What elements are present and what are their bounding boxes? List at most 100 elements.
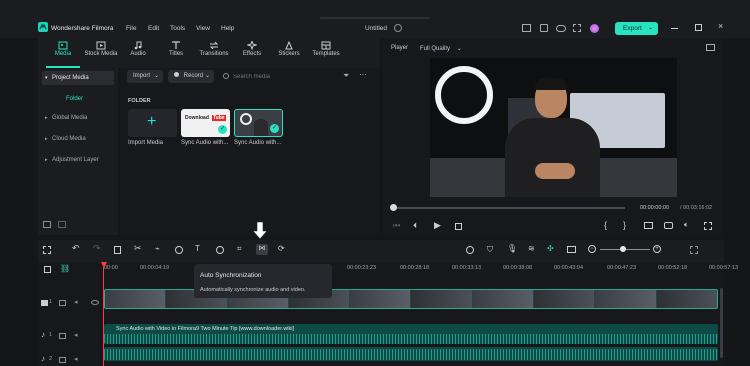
step-back-icon[interactable]: ⏴	[413, 221, 417, 231]
delete-icon[interactable]	[114, 246, 121, 254]
mark-in-icon[interactable]: {	[604, 220, 607, 230]
crop-icon[interactable]: ⌗	[237, 244, 242, 254]
text-icon[interactable]: T	[195, 244, 200, 253]
mark-out-icon[interactable]: }	[623, 220, 626, 230]
sidebar-item-cloud-media[interactable]: ▸ Cloud Media	[42, 132, 114, 146]
tab-templates[interactable]: Templates	[306, 41, 346, 57]
menu-edit[interactable]: Edit	[148, 25, 159, 32]
tooltip-title: Auto Synchronization	[200, 272, 262, 279]
time-total: / 00:03:16:02	[680, 205, 713, 211]
folder-icon[interactable]	[59, 333, 66, 339]
quality-select[interactable]: Full Quality ⌄	[420, 45, 462, 52]
playhead-line[interactable]	[103, 267, 104, 366]
media-item-label: Import Media	[128, 140, 164, 146]
record-button[interactable]: Record ⌄	[168, 70, 214, 83]
avatar[interactable]	[590, 24, 599, 33]
snap-icon[interactable]: ✣	[547, 244, 554, 253]
import-button[interactable]: Import ⌄	[127, 70, 163, 83]
tab-media[interactable]: Media	[43, 41, 83, 57]
sidebar-item-adjustment-layer[interactable]: ▸ Adjustment Layer	[42, 153, 114, 167]
speaker-icon[interactable]: ◂	[74, 355, 78, 363]
cut-icon[interactable]: ✂	[134, 243, 142, 254]
playback-progress-handle[interactable]	[390, 204, 397, 211]
display-icon[interactable]	[644, 222, 653, 229]
folder-icon[interactable]	[58, 221, 66, 228]
snapshot-icon[interactable]	[706, 44, 715, 51]
menu-help[interactable]: Help	[221, 25, 234, 32]
audio-clip[interactable]: Sync Audio with Video in Filmora9 Two Mi…	[104, 324, 718, 344]
timestamp: 00:00:47:23	[607, 265, 637, 271]
mic-icon[interactable]: 🎙︎	[507, 244, 517, 253]
clip-frame	[105, 290, 167, 308]
checkmark-icon: ✓	[270, 124, 279, 133]
link-icon[interactable]: ⛓	[60, 264, 70, 273]
render-icon[interactable]	[466, 246, 474, 254]
save-icon[interactable]	[540, 24, 548, 32]
layout-grid-icon[interactable]	[43, 246, 51, 254]
more-options-icon[interactable]: ⋯	[359, 70, 367, 79]
sidebar-item-project-media[interactable]: ▾ Project Media	[42, 71, 114, 85]
clip-frame	[350, 290, 412, 308]
media-toolbar: Media Stock Media Audio Titles Transitio…	[38, 38, 380, 68]
menu-file[interactable]: File	[126, 25, 136, 32]
redo-icon[interactable]: ↷	[93, 243, 101, 254]
tab-transitions[interactable]: Transitions	[194, 41, 234, 57]
speaker-icon[interactable]: ◂	[74, 298, 78, 306]
stop-icon[interactable]	[455, 223, 462, 230]
new-folder-icon[interactable]	[43, 221, 51, 228]
tab-effects[interactable]: Effects	[232, 41, 272, 57]
layout-icon[interactable]	[522, 24, 531, 32]
tab-titles[interactable]: Titles	[156, 41, 196, 57]
export-button[interactable]: Export ⌄	[615, 22, 658, 35]
folder-heading: FOLDER	[128, 98, 151, 104]
person-shape	[254, 119, 268, 136]
marker-icon[interactable]: ⛉	[487, 245, 493, 255]
auto-sync-icon[interactable]: ⋈	[256, 244, 268, 255]
refresh-icon[interactable]: ⟳	[278, 244, 285, 253]
import-media-tile[interactable]: +	[128, 109, 177, 137]
eye-icon[interactable]	[91, 300, 99, 305]
tab-stickers[interactable]: Stickers	[269, 41, 309, 57]
search-input[interactable]	[233, 71, 333, 83]
media-thumbnail-selected[interactable]: ✓	[234, 109, 283, 137]
media-thumbnail[interactable]: Download Tube ✓	[181, 109, 230, 137]
add-track-icon[interactable]	[44, 266, 51, 273]
grid-icon[interactable]	[573, 24, 581, 32]
playback-progress-track[interactable]	[392, 207, 625, 209]
folder-icon[interactable]	[59, 357, 66, 363]
tab-audio[interactable]: Audio	[118, 41, 158, 57]
music-note-icon: ♪	[41, 330, 45, 339]
window-restore-icon[interactable]	[695, 24, 702, 31]
tab-stock-media[interactable]: Stock Media	[81, 41, 121, 57]
zoom-out-icon[interactable]: −	[588, 245, 596, 253]
filter-icon[interactable]: ⏷	[343, 71, 349, 81]
window-close-icon[interactable]: ×	[718, 21, 723, 31]
menu-tools[interactable]: Tools	[170, 25, 185, 32]
zoom-slider-handle[interactable]	[620, 246, 626, 252]
prev-frame-icon[interactable]: ⏮	[393, 221, 400, 231]
timeline-scrollbar[interactable]	[720, 288, 723, 358]
audio-clip[interactable]	[104, 347, 718, 361]
cloud-icon[interactable]	[556, 25, 566, 32]
record-icon	[174, 72, 179, 77]
screen-icon[interactable]	[567, 246, 576, 253]
ring-light-shape	[435, 66, 493, 124]
track-grid-icon[interactable]	[690, 246, 698, 254]
speed-icon[interactable]	[216, 246, 224, 254]
undo-icon[interactable]: ↶	[72, 243, 80, 254]
sidebar-item-global-media[interactable]: ▸ Global Media	[42, 111, 114, 125]
window-minimize-icon[interactable]	[671, 28, 678, 29]
disable-icon[interactable]	[175, 246, 183, 254]
volume-icon[interactable]: 🔈︎	[684, 220, 689, 230]
screenshot-icon[interactable]	[664, 222, 673, 229]
audio-detach-icon[interactable]: ⌁	[155, 244, 160, 253]
folder-icon[interactable]	[59, 300, 66, 306]
zoom-in-icon[interactable]: +	[653, 245, 661, 253]
sidebar-item-folder[interactable]: Folder	[42, 92, 114, 106]
fullscreen-icon[interactable]	[704, 222, 712, 230]
menu-view[interactable]: View	[196, 25, 210, 32]
speaker-icon[interactable]: ◂	[74, 331, 78, 339]
save-status-icon	[394, 24, 402, 32]
audio-mix-icon[interactable]: ≋	[528, 244, 535, 253]
play-icon[interactable]: ▶	[434, 220, 441, 231]
